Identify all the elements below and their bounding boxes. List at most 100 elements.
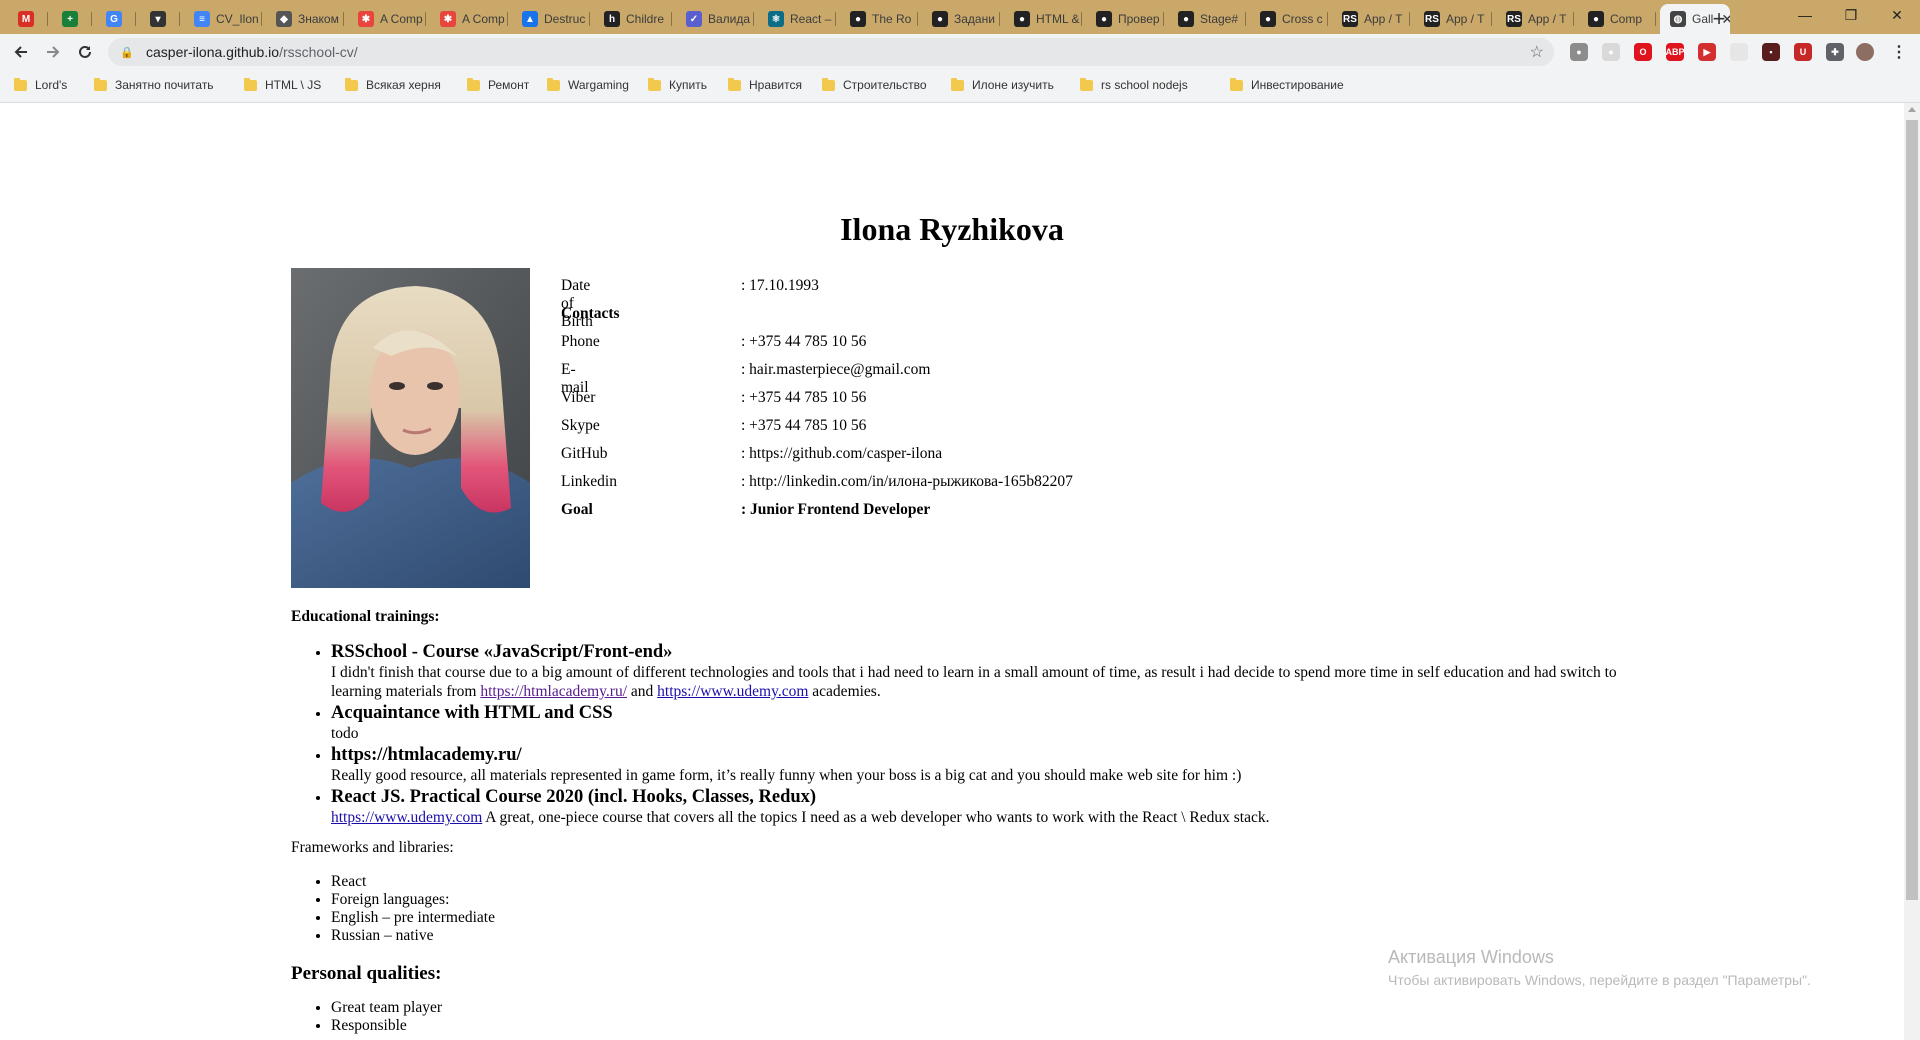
browser-tab[interactable]: h Childre (594, 4, 672, 34)
browser-toolbar: 🔒 casper-ilona.github.io/rsschool-cv/ ☆ … (0, 34, 1920, 70)
course-text: A great, one-piece course that covers al… (482, 809, 1270, 826)
folder-icon (1080, 77, 1093, 91)
cv-name-heading: Ilona Ryzhikova (840, 211, 1064, 247)
browser-tab[interactable]: ● Stage# (1168, 4, 1246, 34)
course-description: https://www.udemy.com A great, one-piece… (331, 808, 1661, 827)
list-item: Foreign languages: (331, 891, 495, 909)
adblock-icon[interactable]: ABP (1666, 43, 1685, 61)
browser-tab[interactable]: ● Провер (1086, 4, 1164, 34)
bookmark-folder[interactable]: HTML \ JS (244, 77, 322, 92)
tab-title: Задани (954, 12, 995, 26)
browser-tab[interactable]: ≡ CV_Ilon (184, 4, 262, 34)
info-value: : https://github.com/casper-ilona (741, 445, 943, 462)
list-item: Responsible (331, 1017, 442, 1035)
bookmark-label: HTML \ JS (265, 78, 322, 92)
bookmark-label: Инвестирование (1251, 78, 1344, 92)
browser-tab[interactable]: + (52, 4, 92, 34)
minimize-button[interactable]: — (1782, 0, 1828, 30)
triangle-icon: ▲ (522, 11, 538, 27)
browser-tab[interactable]: RS App / T (1496, 4, 1574, 34)
browser-tab[interactable]: ▲ Destruc (512, 4, 590, 34)
video-icon[interactable]: ▶ (1698, 43, 1716, 61)
puzzle-icon[interactable]: ✚ (1826, 43, 1844, 61)
list-item: React JS. Practical Course 2020 (incl. H… (331, 786, 1661, 827)
bookmark-folder[interactable]: Купить (648, 77, 707, 92)
close-window-button[interactable]: ✕ (1874, 0, 1920, 30)
browser-tab[interactable]: ▾ (140, 4, 180, 34)
asterisk-icon: ✱ (440, 11, 456, 27)
info-value: : 17.10.1993 (741, 277, 819, 294)
extension-gray-icon[interactable]: ● (1570, 43, 1588, 61)
reload-icon (79, 45, 91, 58)
tab-title: App / T (1364, 12, 1403, 26)
address-bar[interactable]: 🔒 casper-ilona.github.io/rsschool-cv/ ☆ (108, 38, 1554, 66)
github-icon: ● (1178, 11, 1194, 27)
info-key: Goal (561, 501, 593, 518)
browser-tab[interactable]: ● Задани (922, 4, 1000, 34)
bookmark-folder[interactable]: Занятно почитать (94, 77, 214, 92)
github-icon: ● (932, 11, 948, 27)
browser-tab[interactable]: RS App / T (1332, 4, 1410, 34)
bookmark-folder[interactable]: Инвестирование (1230, 77, 1344, 92)
browser-tab[interactable]: ✱ A Comp (348, 4, 426, 34)
menu-kebab-icon[interactable]: ⋮ (1890, 43, 1908, 61)
course-description: todo (331, 725, 359, 742)
info-key: Skype (561, 417, 600, 434)
tab-title: Провер (1118, 12, 1160, 26)
browser-tab[interactable]: ● HTML & (1004, 4, 1082, 34)
course-title: Acquaintance with HTML and CSS (331, 703, 613, 723)
bookmark-label: Нравится (749, 78, 802, 92)
bookmark-star-icon[interactable]: ☆ (1530, 42, 1544, 62)
circle-check-icon: ✓ (686, 11, 702, 27)
browser-tab[interactable]: ✱ A Comp (430, 4, 508, 34)
bookmark-label: Занятно почитать (115, 78, 214, 92)
browser-tab[interactable]: RS App / T (1414, 4, 1492, 34)
info-key: Linkedin (561, 473, 617, 490)
bookmark-folder[interactable]: Ремонт (467, 77, 529, 92)
bookmark-folder[interactable]: rs school nodejs (1080, 77, 1188, 92)
info-value: : Junior Frontend Developer (741, 501, 931, 518)
folder-icon (14, 77, 27, 91)
browser-tab[interactable]: ● Cross c (1250, 4, 1328, 34)
address-path: /rsschool-cv/ (279, 44, 358, 60)
ublock-icon[interactable]: U (1794, 43, 1812, 61)
watermark-title: Активация Windows (1388, 947, 1554, 967)
bookmark-folder[interactable]: Wargaming (547, 77, 629, 92)
browser-tab[interactable]: G (96, 4, 136, 34)
new-tab-button[interactable]: + (1706, 6, 1732, 32)
back-button[interactable] (8, 39, 34, 65)
udemy-link[interactable]: https://www.udemy.com (657, 683, 808, 700)
rs-icon: RS (1506, 11, 1522, 27)
red-dark-icon[interactable]: ▪ (1762, 43, 1780, 61)
bookmark-folder[interactable]: Нравится (728, 77, 802, 92)
htmlacademy-link[interactable]: https://htmlacademy.ru/ (480, 683, 627, 700)
browser-tab[interactable]: ◆ Знаком (266, 4, 344, 34)
course-title: https://htmlacademy.ru/ (331, 745, 522, 765)
tab-title: Stage# (1200, 12, 1239, 26)
browser-tab[interactable]: ● Comp (1578, 4, 1656, 34)
bookmark-folder[interactable]: Всякая херня (345, 77, 441, 92)
bookmark-folder[interactable]: Строительство (822, 77, 927, 92)
course-list: RSSchool - Course «JavaScript/Front-end»… (291, 641, 1661, 828)
course-text: and (627, 683, 658, 700)
scroll-up-arrow-icon[interactable] (1908, 107, 1916, 112)
extension-light-icon[interactable]: ● (1602, 43, 1620, 61)
browser-tab[interactable]: ✓ Валида (676, 4, 754, 34)
vertical-scrollbar[interactable] (1904, 103, 1920, 1040)
reload-button[interactable] (72, 39, 98, 65)
udemy-link[interactable]: https://www.udemy.com (331, 809, 482, 826)
profile-avatar[interactable] (1856, 43, 1874, 61)
blank-icon[interactable] (1730, 43, 1748, 61)
browser-tab[interactable]: M (8, 4, 48, 34)
forward-button[interactable] (40, 39, 66, 65)
scrollbar-thumb[interactable] (1906, 120, 1918, 900)
folder-icon (951, 77, 964, 91)
browser-tab[interactable]: ⚛ React – (758, 4, 836, 34)
watermark-subtitle: Чтобы активировать Windows, перейдите в … (1388, 972, 1811, 988)
tab-title: Destruc (544, 12, 586, 26)
opera-icon[interactable]: O (1634, 43, 1652, 61)
browser-tab[interactable]: ● The Ro (840, 4, 918, 34)
bookmark-folder[interactable]: Lord's (14, 77, 67, 92)
maximize-button[interactable]: ❐ (1828, 0, 1874, 30)
bookmark-folder[interactable]: Илоне изучить (951, 77, 1054, 92)
